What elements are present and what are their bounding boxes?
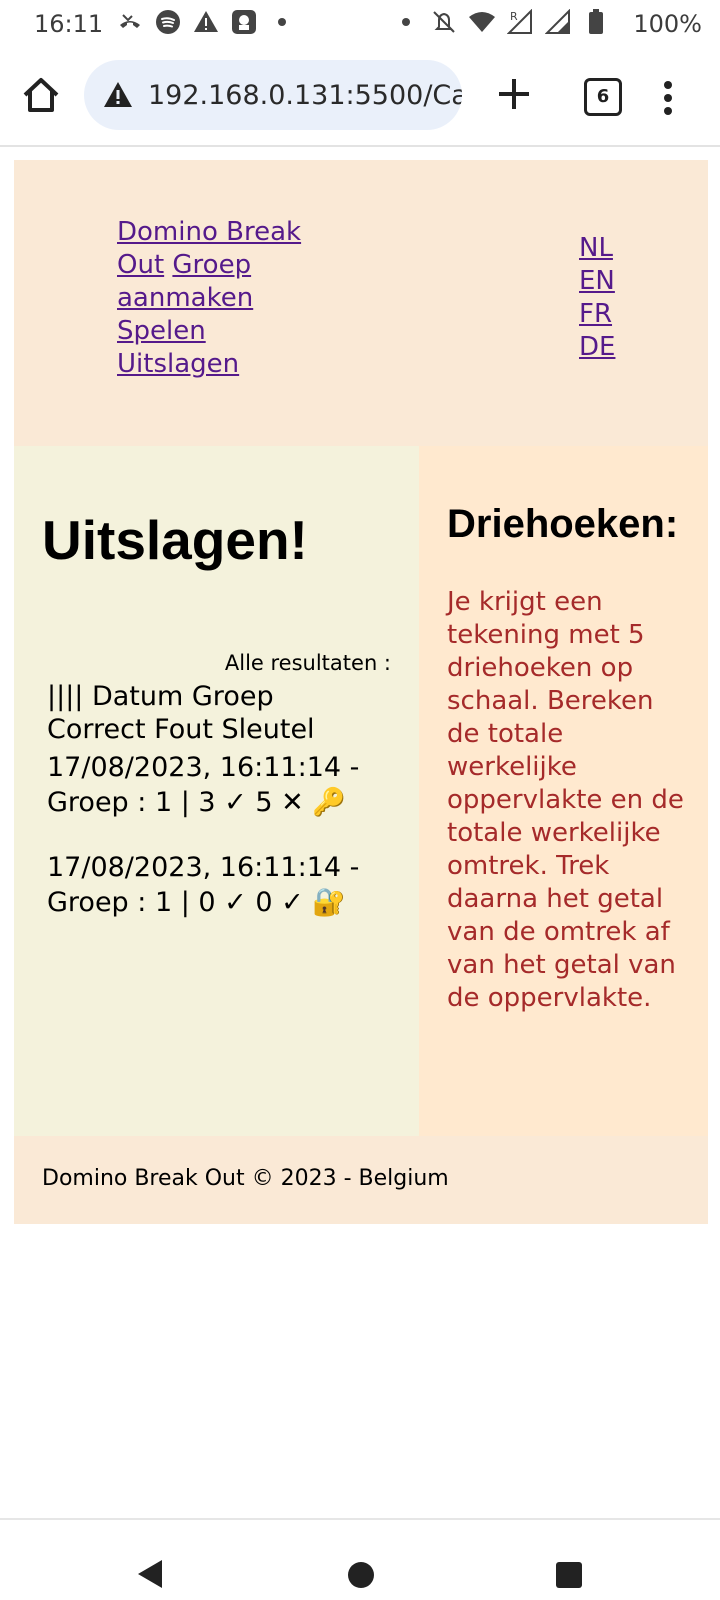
spotify-icon xyxy=(154,8,182,36)
home-nav-button[interactable] xyxy=(348,1562,374,1588)
lang-link-en[interactable]: EN xyxy=(579,265,639,298)
result-score: Groep : 1 | 3 ✓ 5 ✕ 🔑 xyxy=(47,787,346,818)
not-secure-warning-icon xyxy=(104,82,132,107)
mute-icon xyxy=(430,8,458,36)
language-switcher: NL EN FR DE xyxy=(579,232,639,364)
footer-text: Domino Break Out © 2023 - Belgium xyxy=(42,1166,449,1191)
home-button[interactable] xyxy=(20,74,68,122)
lang-link-fr[interactable]: FR xyxy=(579,298,639,331)
result-row: 17/08/2023, 16:11:14 - Groep : 1 | 3 ✓ 5… xyxy=(47,750,367,820)
battery-icon xyxy=(582,8,610,36)
browser-toolbar: 192.168.0.131:5500/Ca 6 xyxy=(0,56,720,140)
back-button[interactable] xyxy=(136,1558,164,1594)
nav-link-results[interactable]: Uitslagen xyxy=(117,349,239,379)
back-icon xyxy=(138,1560,162,1588)
result-row: 17/08/2023, 16:11:14 - Groep : 1 | 0 ✓ 0… xyxy=(47,850,367,920)
web-page: Domino Break Out Groep aanmaken Spelen U… xyxy=(14,160,708,1224)
lang-link-nl[interactable]: NL xyxy=(579,232,639,265)
signal-icon xyxy=(544,8,572,36)
site-header: Domino Break Out Groep aanmaken Spelen U… xyxy=(14,160,708,446)
aside-text: Je krijgt een tekening met 5 driehoeken … xyxy=(447,587,684,1013)
exercise-aside: Driehoeken: Je krijgt een tekening met 5… xyxy=(419,446,708,1136)
system-nav-bar xyxy=(0,1520,720,1600)
lang-link-de[interactable]: DE xyxy=(579,331,639,364)
browser-menu-button[interactable] xyxy=(656,74,680,122)
home-icon xyxy=(23,78,59,112)
toolbar-divider xyxy=(0,145,720,147)
result-date: 17/08/2023, 16:11:14 - xyxy=(47,752,360,783)
missed-call-icon xyxy=(116,8,144,36)
nav-link-play[interactable]: Spelen xyxy=(117,316,206,346)
address-bar[interactable]: 192.168.0.131:5500/Ca xyxy=(84,60,462,130)
app-icon xyxy=(230,8,258,36)
more-vert-icon xyxy=(664,81,672,115)
results-list: |||| Datum Groep Correct Fout Sleutel 17… xyxy=(47,680,367,950)
status-system-icons: R xyxy=(392,8,610,36)
roaming-signal-icon: R xyxy=(506,8,534,36)
tab-switcher-button[interactable]: 6 xyxy=(584,78,622,116)
svg-text:R: R xyxy=(510,10,518,23)
dot-icon xyxy=(392,8,420,36)
recents-button[interactable] xyxy=(556,1562,582,1588)
url-text: 192.168.0.131:5500/Ca xyxy=(148,79,462,111)
main-nav: Domino Break Out Groep aanmaken Spelen U… xyxy=(117,216,307,381)
content-area: Uitslagen! Alle resultaten : |||| Datum … xyxy=(14,446,708,1136)
battery-percentage: 100% xyxy=(633,10,702,38)
results-section: Uitslagen! Alle resultaten : |||| Datum … xyxy=(14,446,419,1136)
result-date: 17/08/2023, 16:11:14 - xyxy=(47,852,360,883)
dot-icon xyxy=(268,8,296,36)
warning-icon xyxy=(192,8,220,36)
wifi-icon xyxy=(468,8,496,36)
results-header: |||| Datum Groep Correct Fout Sleutel xyxy=(47,681,315,745)
page-title: Uitslagen! xyxy=(42,509,308,571)
result-score: Groep : 1 | 0 ✓ 0 ✓ 🔐 xyxy=(47,887,346,918)
new-tab-button[interactable] xyxy=(496,76,540,120)
status-bar: 16:11 R 100% xyxy=(0,0,720,48)
all-results-label: Alle resultaten : xyxy=(224,651,391,675)
plus-icon xyxy=(499,79,529,109)
status-time: 16:11 xyxy=(34,10,104,38)
site-footer: Domino Break Out © 2023 - Belgium xyxy=(14,1136,708,1224)
aside-title: Driehoeken: xyxy=(447,502,679,546)
status-notification-icons xyxy=(116,8,296,36)
